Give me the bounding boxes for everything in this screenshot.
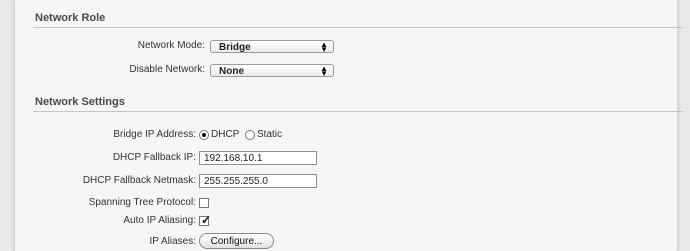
network-mode-label: Network Mode: (137, 40, 205, 51)
dhcp-radio[interactable] (199, 130, 209, 140)
dhcp-fallback-netmask-input[interactable]: 255.255.255.0 (199, 174, 317, 188)
ip-aliases-label: IP Aliases: (149, 236, 196, 247)
dhcp-fallback-ip-input[interactable]: 192.168.10.1 (199, 151, 317, 165)
auto-ip-aliasing-checkbox[interactable]: ✓ (199, 213, 212, 227)
disable-network-select[interactable]: None ▲ ▼ (210, 64, 334, 78)
dhcp-radio-label: DHCP (211, 129, 240, 140)
checkmark-icon: ✓ (201, 213, 212, 227)
network-mode-value: Bridge (219, 42, 251, 53)
section-title-network-role: Network Role (35, 12, 106, 24)
dhcp-fallback-ip-label: DHCP Fallback IP: (112, 152, 196, 163)
select-arrows-icon: ▲ ▼ (320, 40, 328, 54)
disable-network-label: Disable Network: (129, 64, 205, 75)
static-radio-label: Static (257, 129, 283, 140)
network-mode-select[interactable]: Bridge ▲ ▼ (210, 40, 334, 54)
settings-panel: Network Role Network Mode: Bridge ▲ ▼ Dis… (14, 0, 683, 251)
section-title-network-settings: Network Settings (35, 96, 125, 108)
disable-network-value: None (219, 66, 244, 77)
spanning-tree-protocol-checkbox[interactable] (199, 198, 209, 208)
auto-ip-aliasing-label: Auto IP Aliasing: (123, 215, 196, 226)
bridge-ip-address-label: Bridge IP Address: (113, 129, 196, 140)
configure-ip-aliases-button[interactable]: Configure... (199, 233, 274, 249)
select-arrows-icon: ▲ ▼ (320, 64, 328, 78)
static-radio[interactable] (245, 130, 255, 140)
section-divider (33, 27, 683, 28)
section-divider (33, 111, 683, 112)
spanning-tree-protocol-label: Spanning Tree Protocol: (88, 197, 196, 208)
dhcp-fallback-netmask-label: DHCP Fallback Netmask: (82, 175, 196, 186)
